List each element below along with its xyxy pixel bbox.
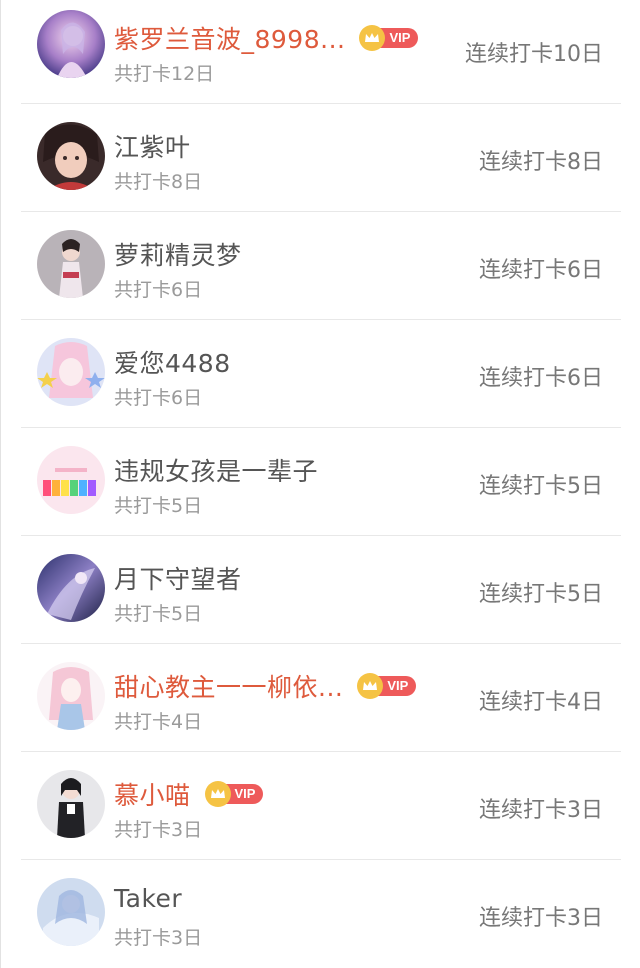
vip-badge: VIP — [204, 781, 264, 807]
avatar[interactable] — [37, 10, 105, 78]
checkin-member-list: 紫罗兰音波_8998... VIP 共打卡12日 连续打卡10日 江紫叶 共打卡… — [0, 0, 640, 968]
member-name[interactable]: 紫罗兰音波_8998... — [114, 20, 345, 56]
list-item[interactable]: 甜心教主一一柳依... VIP 共打卡4日 连续打卡4日 — [1, 644, 640, 752]
list-item[interactable]: 月下守望者 共打卡5日 连续打卡5日 — [1, 536, 640, 644]
streak-days: 连续打卡3日 — [479, 798, 603, 823]
vip-badge: VIP — [357, 673, 417, 699]
total-checkin-days: 共打卡12日 — [114, 63, 215, 85]
vip-badge: VIP — [359, 25, 419, 51]
streak-days: 连续打卡5日 — [479, 474, 603, 499]
member-name[interactable]: 萝莉精灵梦 — [114, 236, 242, 272]
list-item[interactable]: 违规女孩是一辈子 共打卡5日 连续打卡5日 — [1, 428, 640, 536]
streak-days: 连续打卡3日 — [479, 906, 603, 931]
streak-days: 连续打卡10日 — [465, 42, 603, 67]
streak-days: 连续打卡8日 — [479, 150, 603, 175]
total-checkin-days: 共打卡5日 — [114, 603, 203, 625]
list-item[interactable]: 紫罗兰音波_8998... VIP 共打卡12日 连续打卡10日 — [1, 0, 640, 104]
list-item[interactable]: Taker 共打卡3日 连续打卡3日 — [1, 860, 640, 968]
list-item[interactable]: 江紫叶 共打卡8日 连续打卡8日 — [1, 104, 640, 212]
list-item[interactable]: 爱您4488 共打卡6日 连续打卡6日 — [1, 320, 640, 428]
total-checkin-days: 共打卡3日 — [114, 927, 203, 949]
member-name[interactable]: 慕小喵 — [114, 776, 191, 812]
streak-days: 连续打卡4日 — [479, 690, 603, 715]
streak-days: 连续打卡6日 — [479, 366, 603, 391]
member-name[interactable]: 爱您4488 — [114, 344, 231, 380]
total-checkin-days: 共打卡5日 — [114, 495, 203, 517]
streak-days: 连续打卡5日 — [479, 582, 603, 607]
total-checkin-days: 共打卡6日 — [114, 279, 203, 301]
member-name[interactable]: 甜心教主一一柳依... — [114, 668, 343, 704]
avatar[interactable] — [37, 770, 105, 838]
total-checkin-days: 共打卡8日 — [114, 171, 203, 193]
streak-days: 连续打卡6日 — [479, 258, 603, 283]
member-name[interactable]: 月下守望者 — [114, 560, 242, 596]
crown-icon — [204, 781, 231, 807]
list-item[interactable]: 萝莉精灵梦 共打卡6日 连续打卡6日 — [1, 212, 640, 320]
list-item[interactable]: 慕小喵 VIP 共打卡3日 连续打卡3日 — [1, 752, 640, 860]
total-checkin-days: 共打卡4日 — [114, 711, 203, 733]
member-name[interactable]: 江紫叶 — [114, 128, 191, 164]
avatar[interactable] — [37, 554, 105, 622]
member-name[interactable]: Taker — [114, 884, 182, 913]
avatar[interactable] — [37, 338, 105, 406]
avatar[interactable] — [37, 230, 105, 298]
avatar[interactable] — [37, 878, 105, 946]
total-checkin-days: 共打卡6日 — [114, 387, 203, 409]
total-checkin-days: 共打卡3日 — [114, 819, 203, 841]
avatar[interactable] — [37, 122, 105, 190]
avatar[interactable] — [37, 446, 105, 514]
member-name[interactable]: 违规女孩是一辈子 — [114, 452, 318, 488]
avatar[interactable] — [37, 662, 105, 730]
